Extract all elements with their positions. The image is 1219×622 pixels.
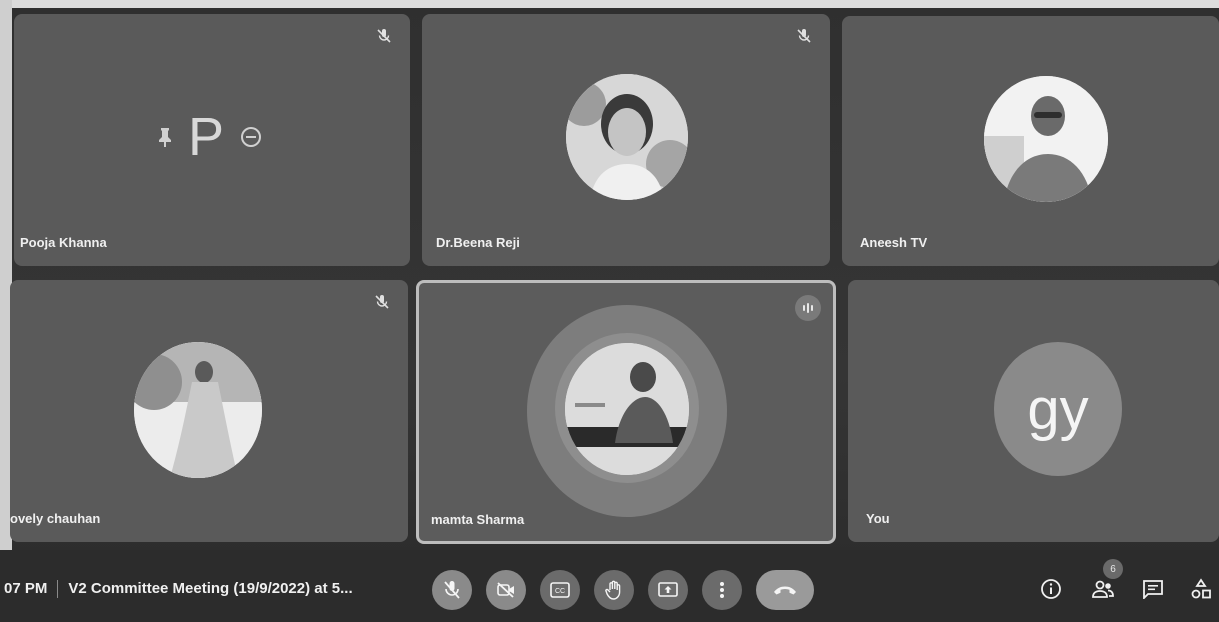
camera-off-icon <box>497 582 514 598</box>
mic-toggle-button[interactable] <box>432 570 472 610</box>
participant-tile-beena[interactable]: Dr.Beena Reji <box>422 14 830 266</box>
participant-name: Aneesh TV <box>860 235 928 250</box>
bottom-bar: 07 PM V2 Committee Meeting (19/9/2022) at… <box>0 550 1219 622</box>
meeting-info: 07 PM V2 Committee Meeting (19/9/2022) at… <box>4 580 353 599</box>
present-screen-icon <box>658 582 678 597</box>
captions-button[interactable]: CC <box>540 570 580 610</box>
info-icon <box>1041 579 1061 599</box>
avatar <box>566 74 688 200</box>
more-options-button[interactable] <box>702 570 742 610</box>
meeting-title: V2 Committee Meeting (19/9/2022) at 5... <box>68 580 353 597</box>
more-options-icon <box>720 582 724 598</box>
raise-hand-icon <box>605 580 621 600</box>
meeting-details-button[interactable] <box>1038 576 1064 602</box>
participant-tile-you[interactable]: gy You <box>848 280 1219 542</box>
meeting-time: 07 PM <box>4 580 48 597</box>
avatar-letter: gy <box>994 342 1122 476</box>
avatar <box>984 76 1108 202</box>
tile-hover-controls: P <box>154 107 274 167</box>
audio-level-badge <box>795 295 821 321</box>
raise-hand-button[interactable] <box>594 570 634 610</box>
participant-name: ovely chauhan <box>10 511 101 526</box>
participant-name: You <box>866 511 890 526</box>
pin-icon[interactable] <box>156 126 174 148</box>
mic-off-icon <box>444 581 460 599</box>
mic-off-icon <box>375 295 389 309</box>
participant-tile-chauhan[interactable]: ovely chauhan <box>10 280 408 542</box>
participant-name: Dr.Beena Reji <box>436 235 520 250</box>
mic-off-icon <box>377 29 391 43</box>
divider <box>57 580 59 599</box>
participant-name: mamta Sharma <box>431 512 525 527</box>
avatar <box>134 342 262 478</box>
remove-icon[interactable] <box>240 126 262 148</box>
avatar <box>565 343 689 475</box>
activities-icon <box>1191 578 1211 599</box>
people-count-badge: 6 <box>1103 559 1123 579</box>
mic-off-icon <box>797 29 811 43</box>
meeting-stage: P Pooja Khanna Dr.Beena Reji Aneesh TV o… <box>0 0 1219 622</box>
participant-tile-aneesh[interactable]: Aneesh TV <box>842 16 1219 266</box>
avatar-letter: P <box>188 107 225 167</box>
svg-text:CC: CC <box>555 588 565 595</box>
people-button[interactable] <box>1090 576 1116 602</box>
participant-name: Pooja Khanna <box>20 235 107 250</box>
top-edge <box>0 0 1219 8</box>
end-call-icon <box>774 586 796 595</box>
participant-tile-mamta[interactable]: mamta Sharma <box>416 280 836 544</box>
people-icon <box>1092 580 1114 598</box>
activities-button[interactable] <box>1188 576 1214 602</box>
end-call-button[interactable] <box>756 570 814 610</box>
chat-icon <box>1143 580 1163 599</box>
captions-icon: CC <box>550 582 570 598</box>
present-screen-button[interactable] <box>648 570 688 610</box>
audio-level-icon <box>803 303 813 313</box>
participant-tile-pooja[interactable]: P Pooja Khanna <box>14 14 410 266</box>
chat-button[interactable] <box>1140 576 1166 602</box>
camera-toggle-button[interactable] <box>486 570 526 610</box>
